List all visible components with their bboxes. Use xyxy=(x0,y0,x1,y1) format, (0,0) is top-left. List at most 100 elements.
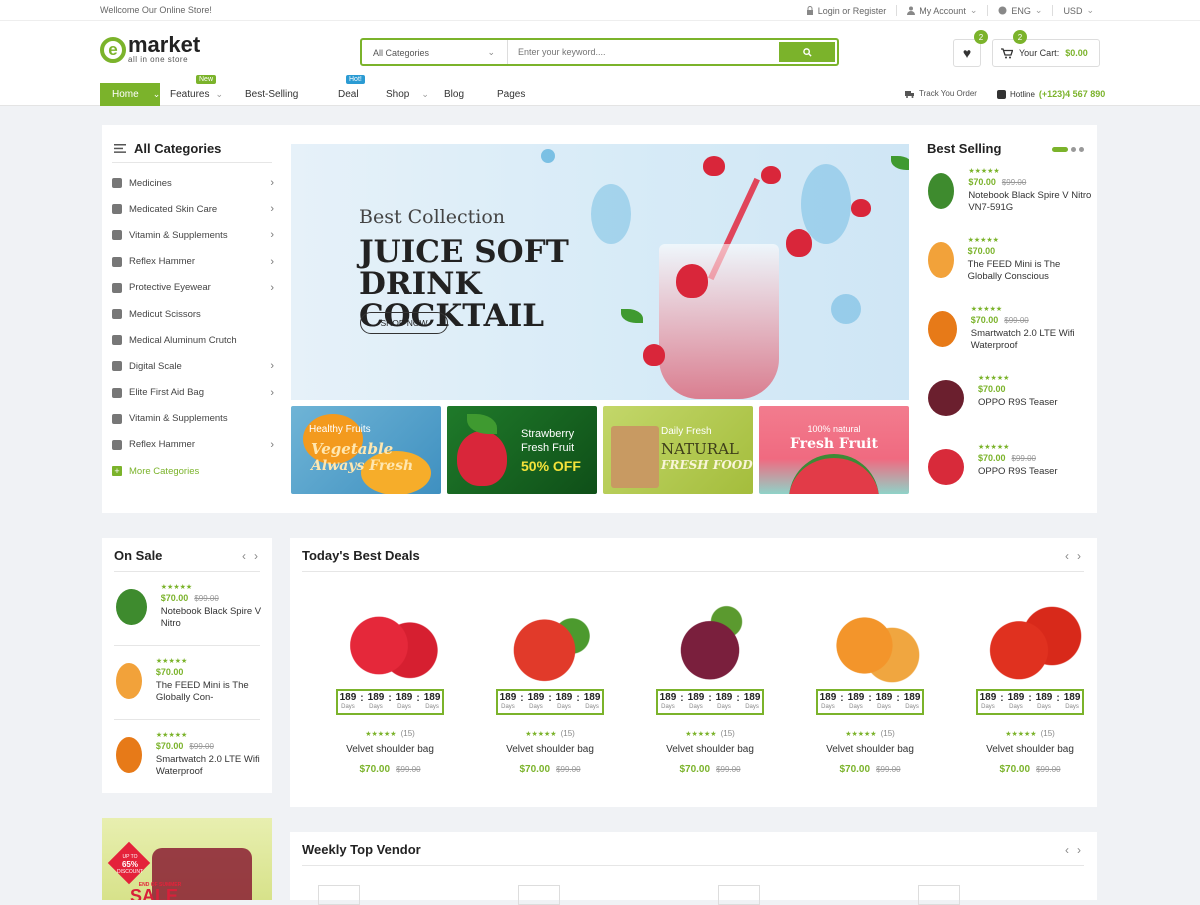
chevron-left-icon[interactable]: ‹ xyxy=(242,549,246,563)
chevron-right-icon[interactable]: › xyxy=(1077,549,1081,563)
product-item[interactable]: ★★★★★ $70.00 $99.00 Smartwatch 2.0 LTE Wifi… xyxy=(116,731,266,778)
strawberry-icon xyxy=(457,431,507,486)
product-name[interactable]: Velvet shoulder bag xyxy=(470,744,630,756)
countdown-timer: 189 Days:189 Days:189 Days:189 Days xyxy=(976,689,1084,715)
product-item[interactable]: ★★★★★ $70.00 OPPO R9S Teaser xyxy=(928,374,1093,416)
old-price: $99.00 xyxy=(876,765,901,774)
chevron-right-icon: › xyxy=(270,255,274,268)
search-button[interactable] xyxy=(779,42,835,62)
category-item[interactable]: Medicut Scissors xyxy=(112,301,274,327)
my-account-dropdown[interactable]: My Account ⌄ xyxy=(897,5,989,16)
vendor-card[interactable] xyxy=(718,885,760,905)
category-item[interactable]: Elite First Aid Bag › xyxy=(112,380,274,406)
category-item[interactable]: Medicated Skin Care › xyxy=(112,196,274,222)
nav-pages[interactable]: Pages xyxy=(497,83,525,106)
mini-banner-natural[interactable]: Daily Fresh NATURAL FRESH FOOD xyxy=(603,406,753,494)
vendor-card[interactable] xyxy=(318,885,360,905)
deal-item[interactable]: 189 Days:189 Days:189 Days:189 Days ★★★★★ (15)… xyxy=(790,598,950,775)
nav-home[interactable]: Home ⌄ xyxy=(100,83,160,106)
nav-shop[interactable]: Shop ⌄ xyxy=(386,83,429,106)
chevron-right-icon[interactable]: › xyxy=(1077,843,1081,857)
leaf-icon xyxy=(467,414,497,434)
product-name[interactable]: Smartwatch 2.0 LTE Wifi Waterproof xyxy=(971,328,1093,352)
vendor-card[interactable] xyxy=(518,885,560,905)
strawberry-icon xyxy=(335,598,445,693)
category-item[interactable]: Vitamin & Supplements › xyxy=(112,222,274,248)
product-name[interactable]: Velvet shoulder bag xyxy=(310,744,470,756)
deal-item[interactable]: 189 Days:189 Days:189 Days:189 Days ★★★★★ (15)… xyxy=(470,598,630,775)
more-categories-link[interactable]: + More Categories xyxy=(112,458,274,484)
vendor-card[interactable] xyxy=(918,885,960,905)
phone-icon xyxy=(997,89,1006,99)
product-name[interactable]: Notebook Black Spire V Nitro xyxy=(161,606,266,630)
chevron-right-icon: › xyxy=(270,203,274,216)
search-input[interactable] xyxy=(508,40,777,64)
summer-sale-promo[interactable]: UP TO 65% DISCOUNT END OF SUMMER SALE xyxy=(102,818,272,900)
search-category-select[interactable]: All Categories ⌄ xyxy=(362,40,508,64)
mini-banner-strawberry[interactable]: Strawberry Fresh Fruit 50% OFF xyxy=(447,406,597,494)
nav-features[interactable]: New Features ⌄ xyxy=(170,75,223,106)
shop-now-button[interactable]: SHOP NOW xyxy=(360,312,448,334)
product-item[interactable]: ★★★★★ $70.00 The FEED Mini is The Globally… xyxy=(928,236,1093,283)
hero-banner[interactable]: Best Collection JUICE SOFT DRINK COCKTAI… xyxy=(291,144,909,400)
product-name[interactable]: Velvet shoulder bag xyxy=(950,744,1110,756)
category-item[interactable]: Reflex Hammer › xyxy=(112,432,274,458)
mini-banner-vegetable[interactable]: Healthy Fruits Vegetable Always Fresh xyxy=(291,406,441,494)
strawberry-icon xyxy=(786,229,812,257)
old-price: $99.00 xyxy=(189,742,214,751)
countdown-unit: 189 Days xyxy=(500,693,517,713)
chevron-right-icon[interactable]: › xyxy=(254,549,258,563)
login-link[interactable]: Login or Register xyxy=(796,5,898,16)
countdown-value: 189 xyxy=(499,692,517,703)
product-name[interactable]: OPPO R9S Teaser xyxy=(978,397,1058,409)
product-name[interactable]: Velvet shoulder bag xyxy=(630,744,790,756)
category-item[interactable]: Medical Aluminum Crutch xyxy=(112,327,274,353)
product-name[interactable]: Velvet shoulder bag xyxy=(790,744,950,756)
product-item[interactable]: ★★★★★ $70.00 $99.00 Notebook Black Spire V … xyxy=(928,167,1093,214)
grocery-bag-icon xyxy=(611,426,659,488)
category-item[interactable]: Protective Eyewear › xyxy=(112,275,274,301)
countdown-label: Days xyxy=(501,704,515,710)
chevron-right-icon: › xyxy=(270,229,274,242)
category-item[interactable]: Medicines › xyxy=(112,170,274,196)
category-item[interactable]: Reflex Hammer › xyxy=(112,249,274,275)
nav-blog[interactable]: Blog xyxy=(444,83,464,106)
currency-dropdown[interactable]: USD ⌄ xyxy=(1053,5,1104,16)
product-name[interactable]: The FEED Mini is The Globally Con- xyxy=(156,680,266,704)
category-item[interactable]: Digital Scale › xyxy=(112,353,274,379)
product-name[interactable]: Notebook Black Spire V Nitro VN7-591G xyxy=(968,190,1093,214)
cart-button[interactable]: 2 Your Cart: $0.00 xyxy=(992,30,1100,67)
product-item[interactable]: ★★★★★ $70.00 $99.00 OPPO R9S Teaser xyxy=(928,443,1093,485)
product-item[interactable]: ★★★★★ $70.00 The FEED Mini is The Globally… xyxy=(116,657,266,704)
deal-item[interactable]: 189 Days:189 Days:189 Days:189 Days ★★★★★ (15)… xyxy=(950,598,1110,775)
top-vendor-title: Weekly Top Vendor xyxy=(302,842,421,857)
nav-best-selling[interactable]: Best-Selling xyxy=(245,83,298,106)
category-icon xyxy=(112,413,122,424)
site-logo[interactable]: e market all in one store xyxy=(100,34,200,64)
chevron-left-icon[interactable]: ‹ xyxy=(1065,549,1069,563)
countdown-label: Days xyxy=(905,704,919,710)
track-order-link[interactable]: Track You Order xyxy=(905,89,977,98)
sale-text: SALE xyxy=(130,886,179,900)
chevron-down-icon: ⌄ xyxy=(1034,5,1043,15)
product-name[interactable]: The FEED Mini is The Globally Conscious xyxy=(968,259,1093,283)
category-icon xyxy=(112,204,122,215)
product-name[interactable]: Smartwatch 2.0 LTE Wifi Waterproof xyxy=(156,754,266,778)
nav-deal[interactable]: Hot! Deal xyxy=(338,75,365,106)
cart-count-badge: 2 xyxy=(1013,30,1027,44)
slider-dots[interactable] xyxy=(1052,147,1084,152)
wishlist-button[interactable]: ♥ 2 xyxy=(953,30,988,67)
deal-item[interactable]: 189 Days:189 Days:189 Days:189 Days ★★★★★ (15)… xyxy=(630,598,790,775)
countdown-label: Days xyxy=(717,704,731,710)
countdown-separator: : xyxy=(868,693,872,704)
language-dropdown[interactable]: ENG ⌄ xyxy=(988,5,1054,16)
product-name[interactable]: OPPO R9S Teaser xyxy=(978,466,1058,478)
product-item[interactable]: ★★★★★ $70.00 $99.00 Smartwatch 2.0 LTE Wifi… xyxy=(928,305,1093,352)
chevron-left-icon[interactable]: ‹ xyxy=(1065,843,1069,857)
mini-banner-fresh-fruit[interactable]: 100% natural Fresh Fruit xyxy=(759,406,909,494)
category-item[interactable]: Vitamin & Supplements xyxy=(112,406,274,432)
deal-item[interactable]: 189 Days:189 Days:189 Days:189 Days ★★★★★ (15)… xyxy=(310,598,470,775)
product-item[interactable]: ★★★★★ $70.00 $99.00 Notebook Black Spire V … xyxy=(116,583,266,630)
rating-stars-icon: ★★★★★ xyxy=(685,731,717,738)
countdown-label: Days xyxy=(585,704,599,710)
